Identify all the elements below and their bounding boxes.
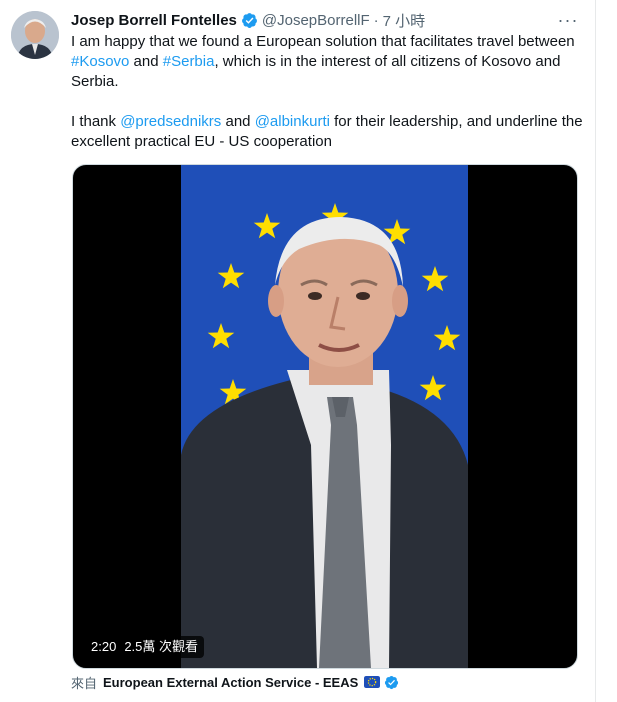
source-account-link[interactable]: European External Action Service - EEAS [103,675,358,690]
tweet-paragraph-1: I am happy that we found a European solu… [71,32,586,92]
verified-badge-icon [385,675,399,689]
author-name[interactable]: Josep Borrell Fontelles [71,12,237,29]
video-duration: 2:20 [91,639,117,654]
tweet-text: I am happy that we found a European solu… [71,32,586,152]
tweet-timestamp[interactable]: 7 小時 [383,10,426,31]
text-segment: I thank [71,113,121,130]
text-segment: I am happy that we found a European solu… [71,33,575,50]
author-handle[interactable]: @JosepBorrellF [262,12,370,29]
verified-badge-icon [241,12,257,28]
video-source: 來自 European External Action Service - EE… [71,673,399,691]
hashtag-serbia-link[interactable]: #Serbia [163,53,215,70]
more-options-icon[interactable]: ··· [556,8,580,32]
source-prefix: 來自 [71,675,98,691]
video-frame [181,165,468,668]
eu-flag-icon [364,676,381,688]
video-view-count: 2.5萬 次觀看 [124,639,198,654]
author-avatar[interactable] [11,11,59,59]
mention-albinkurti-link[interactable]: @albinkurti [255,113,330,130]
video-still-image [181,165,468,668]
video-player[interactable]: 2:20 2.5萬 次觀看 [72,164,578,669]
hashtag-kosovo-link[interactable]: #Kosovo [71,53,129,70]
text-segment: and [221,113,255,130]
video-info-badge: 2:20 2.5萬 次觀看 [85,636,204,658]
avatar-image [11,11,59,59]
tweet-card[interactable]: Josep Borrell Fontelles @JosepBorrellF ·… [0,0,596,702]
tweet-header: Josep Borrell Fontelles @JosepBorrellF ·… [71,10,425,30]
tweet-paragraph-2: I thank @predsednikrs and @albinkurti fo… [71,112,586,152]
text-segment: and [129,53,163,70]
mention-predsednikrs-link[interactable]: @predsednikrs [120,113,221,130]
separator-dot: · [373,11,379,29]
